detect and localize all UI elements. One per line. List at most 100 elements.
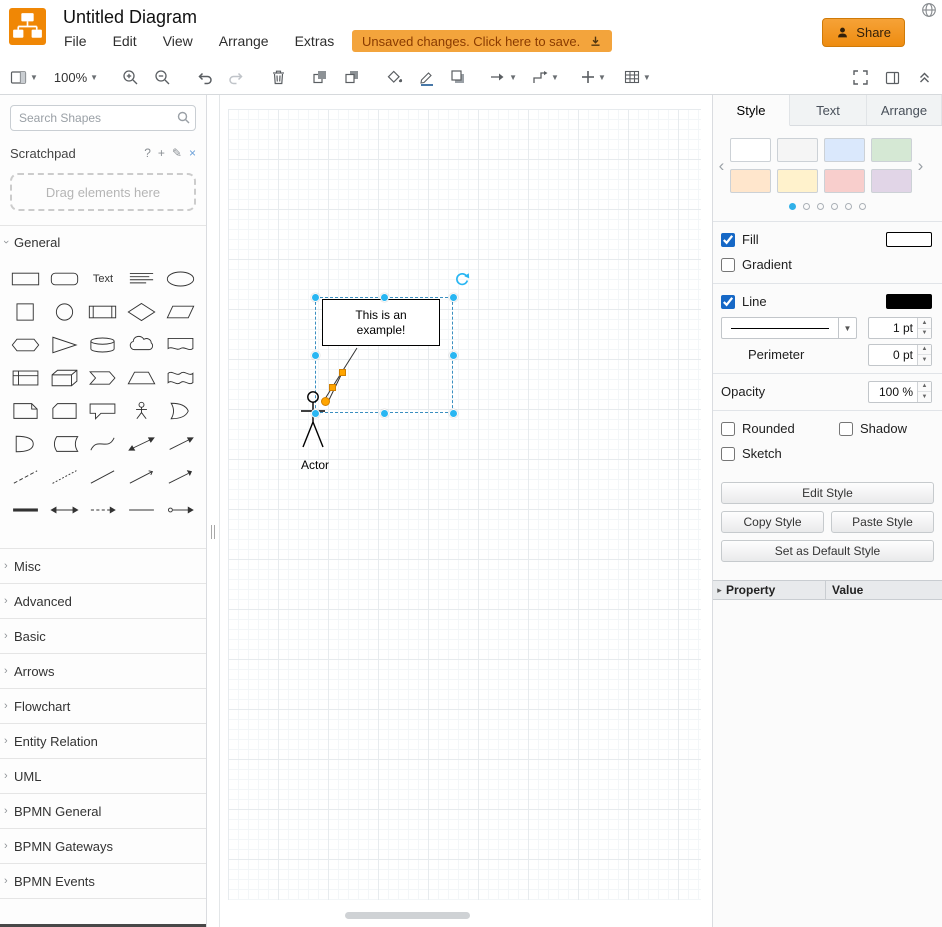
unsaved-changes-banner[interactable]: Unsaved changes. Click here to save. (352, 30, 612, 52)
scratchpad-help-icon[interactable]: ? (144, 146, 151, 160)
tab-style[interactable]: Style (713, 95, 790, 126)
sketch-toggle[interactable]: Sketch (721, 446, 782, 461)
swatch-page-dot-5[interactable] (859, 203, 866, 210)
fill-color-button[interactable] (382, 64, 406, 90)
color-swatch-4[interactable] (730, 169, 771, 193)
sidebar-section-basic[interactable]: ›Basic (0, 618, 206, 653)
swatch-page-dot-0[interactable] (789, 203, 796, 210)
selection-handle-nw[interactable] (311, 293, 320, 302)
shape-bidirectional-arrow[interactable] (122, 427, 161, 460)
menu-arrange[interactable]: Arrange (219, 33, 269, 49)
sidebar-section-misc[interactable]: ›Misc (0, 548, 206, 583)
insert-dropdown[interactable]: ▼ (579, 64, 608, 90)
shape-arrow-connector[interactable] (161, 460, 200, 493)
shape-tape[interactable] (161, 361, 200, 394)
share-button[interactable]: Share (822, 18, 905, 47)
swatch-page-dot-2[interactable] (817, 203, 824, 210)
language-globe-icon[interactable] (921, 2, 937, 18)
edit-style-button[interactable]: Edit Style (721, 482, 934, 504)
line-color-swatch-button[interactable] (886, 294, 932, 309)
shadow-toggle[interactable]: Shadow (839, 421, 907, 436)
undo-button[interactable] (192, 64, 216, 90)
connection-style-dropdown[interactable]: ▼ (488, 64, 519, 90)
rotate-handle[interactable] (454, 271, 470, 287)
shape-text[interactable]: Text (84, 262, 123, 295)
shape-or[interactable] (161, 394, 200, 427)
edge-source-point[interactable] (321, 397, 330, 406)
shape-parallelogram[interactable] (161, 295, 200, 328)
edge-waypoint[interactable] (339, 369, 346, 376)
shape-line[interactable] (84, 460, 123, 493)
edge-waypoint[interactable] (329, 384, 336, 391)
shadow-checkbox[interactable] (839, 422, 853, 436)
paste-style-button[interactable]: Paste Style (831, 511, 934, 533)
shadow-button[interactable] (446, 64, 470, 90)
sidebar-section-bpmn-gateways[interactable]: ›BPMN Gateways (0, 828, 206, 863)
search-shapes-input[interactable] (10, 105, 196, 131)
selection-handle-n[interactable] (380, 293, 389, 302)
color-swatch-3[interactable] (871, 138, 912, 162)
sidebar-section-advanced[interactable]: ›Advanced (0, 583, 206, 618)
shape-square[interactable] (6, 295, 45, 328)
color-swatch-0[interactable] (730, 138, 771, 162)
copy-style-button[interactable]: Copy Style (721, 511, 824, 533)
shape-dashed-connector[interactable] (84, 493, 123, 526)
shape-diamond[interactable] (122, 295, 161, 328)
perimeter-stepper[interactable]: ▲▼ (917, 345, 931, 365)
color-swatch-1[interactable] (777, 138, 818, 162)
scratchpad-dropzone[interactable]: Drag elements here (10, 173, 196, 211)
swatch-prev-arrow[interactable]: ‹ (715, 156, 728, 176)
fill-color-swatch-button[interactable] (886, 232, 932, 247)
sidebar-section-entity-relation[interactable]: ›Entity Relation (0, 723, 206, 758)
shape-arrow[interactable] (161, 427, 200, 460)
sidebar-section-general[interactable]: › General (0, 225, 206, 258)
zoom-in-button[interactable] (118, 64, 142, 90)
diagram-page[interactable] (228, 109, 701, 900)
selection-handle-e[interactable] (449, 351, 458, 360)
swatch-page-dot-1[interactable] (803, 203, 810, 210)
fill-toggle[interactable]: Fill (721, 232, 759, 247)
shape-triangle[interactable] (45, 328, 84, 361)
opacity-stepper[interactable]: ▲▼ (917, 382, 931, 402)
shape-textbox[interactable] (122, 262, 161, 295)
menu-view[interactable]: View (163, 33, 193, 49)
document-title[interactable]: Untitled Diagram (63, 7, 197, 28)
rounded-checkbox[interactable] (721, 422, 735, 436)
sidebar-section-bpmn-general[interactable]: ›BPMN General (0, 793, 206, 828)
color-swatch-7[interactable] (871, 169, 912, 193)
scratchpad-close-icon[interactable]: × (189, 146, 196, 160)
shape-horizontal-line[interactable] (122, 493, 161, 526)
shape-process[interactable] (84, 295, 123, 328)
redo-button[interactable] (224, 64, 248, 90)
fullscreen-button[interactable] (848, 65, 872, 91)
to-front-button[interactable] (308, 64, 332, 90)
drawio-logo-icon[interactable] (9, 8, 46, 45)
shape-circle[interactable] (45, 295, 84, 328)
shape-dashed-line[interactable] (6, 460, 45, 493)
property-expand-arrow[interactable]: ▸ (713, 585, 726, 596)
tab-text[interactable]: Text (790, 95, 867, 125)
collapse-toolbar-button[interactable] (912, 65, 936, 91)
zoom-level-dropdown[interactable]: 100% ▼ (52, 64, 100, 90)
shape-card[interactable] (45, 394, 84, 427)
shape-and[interactable] (6, 427, 45, 460)
swatch-page-dot-3[interactable] (831, 203, 838, 210)
line-checkbox[interactable] (721, 295, 735, 309)
shape-step[interactable] (84, 361, 123, 394)
selection-handle-sw[interactable] (311, 409, 320, 418)
waypoints-style-dropdown[interactable]: ▼ (531, 64, 561, 90)
canvas-horizontal-scrollbar[interactable] (345, 912, 470, 919)
view-format-dropdown[interactable]: ▼ (8, 64, 40, 90)
menu-file[interactable]: File (64, 33, 87, 49)
shape-ellipse[interactable] (161, 262, 200, 295)
shape-hexagon[interactable] (6, 328, 45, 361)
menu-extras[interactable]: Extras (295, 33, 335, 49)
delete-button[interactable] (266, 64, 290, 90)
shape-actor[interactable] (122, 394, 161, 427)
line-color-button[interactable] (414, 64, 438, 90)
shape-trapezoid[interactable] (122, 361, 161, 394)
sidebar-section-bpmn-events[interactable]: ›BPMN Events (0, 863, 206, 898)
shape-callout[interactable] (84, 394, 123, 427)
shape-internal-storage[interactable] (6, 361, 45, 394)
selection-handle-w[interactable] (311, 351, 320, 360)
